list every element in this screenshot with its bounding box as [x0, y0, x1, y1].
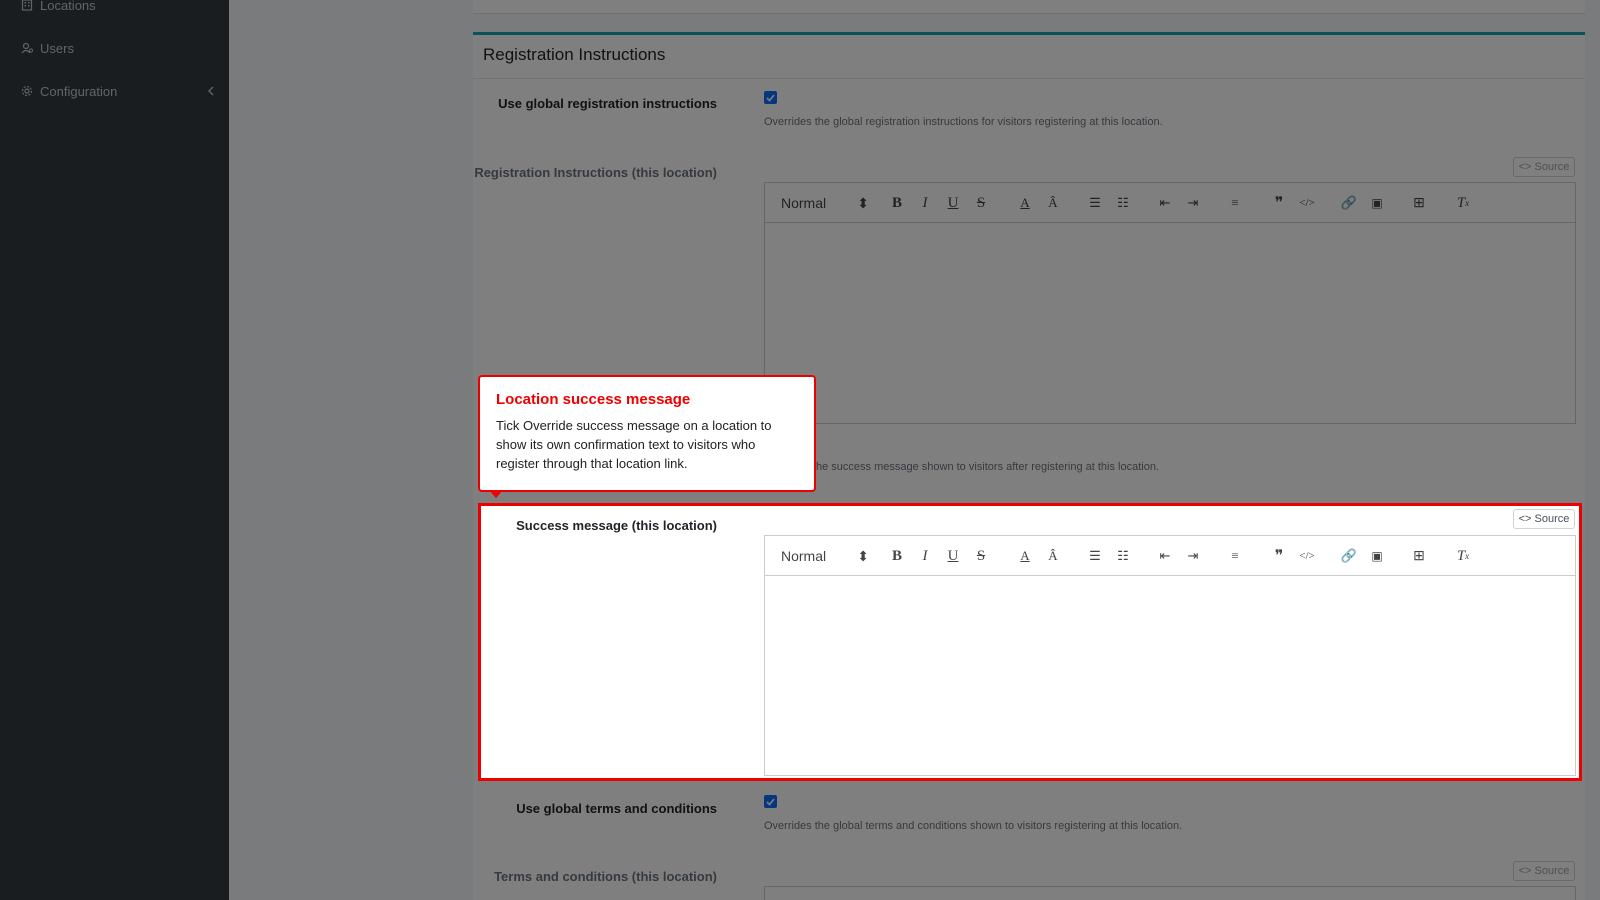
use-global-registration-label: Use global registration instructions — [498, 96, 717, 111]
previous-card — [473, 0, 1585, 14]
underline-icon[interactable]: U — [945, 195, 961, 211]
source-button[interactable]: <> Source — [1513, 157, 1575, 177]
strike-icon[interactable]: S — [973, 195, 989, 211]
image-icon[interactable]: ▣ — [1369, 195, 1385, 211]
success-override-help: he success message shown to visitors aft… — [816, 461, 1159, 473]
terms-label: Terms and conditions (this location) — [494, 869, 717, 884]
sidebar-item-label: Users — [40, 40, 74, 56]
registration-instructions-editor[interactable]: Normal ⬍ B I U S A Â ☰ ☷ ⇤ ⇥ ≡ ❞ </> 🔗 ▣ … — [764, 182, 1576, 424]
checkmark-icon — [766, 93, 775, 102]
sidebar-item-configuration[interactable]: Configuration — [0, 71, 229, 111]
ordered-list-icon[interactable]: ☰ — [1087, 195, 1103, 211]
sort-icon: ⬍ — [857, 194, 869, 211]
font-color-icon[interactable]: A — [1017, 195, 1033, 211]
background-color-icon[interactable]: Â — [1045, 195, 1061, 211]
table-icon[interactable]: ⊞ — [1411, 195, 1427, 211]
chevron-left-icon[interactable] — [207, 84, 215, 99]
tooltip-arrow — [490, 491, 502, 498]
editor-toolbar: Normal ⬍ B I U S A Â ☰ ☷ ⇤ ⇥ ≡ ❞ </> 🔗 ▣ … — [765, 183, 1575, 223]
sidebar-item-label: Locations — [40, 0, 96, 13]
sidebar-item-label: Configuration — [40, 83, 118, 99]
bullet-list-icon[interactable]: ☷ — [1115, 195, 1131, 211]
gear-icon — [20, 84, 34, 98]
tooltip-title: Location success message — [496, 391, 691, 408]
users-cog-icon — [20, 41, 34, 55]
bold-icon[interactable]: B — [889, 195, 905, 211]
source-button[interactable]: <> Source — [1513, 861, 1575, 881]
tooltip-body: Tick Override success message on a locat… — [496, 418, 772, 471]
use-global-terms-label: Use global terms and conditions — [516, 801, 717, 816]
use-global-registration-help: Overrides the global registration instru… — [764, 116, 1163, 128]
terms-editor[interactable] — [764, 886, 1576, 900]
highlight-border — [478, 503, 1582, 781]
checkmark-icon — [766, 797, 775, 806]
code-icon[interactable]: </> — [1299, 195, 1315, 211]
indent-icon[interactable]: ⇥ — [1185, 195, 1201, 211]
format-select[interactable]: Normal ⬍ — [781, 193, 869, 213]
align-icon[interactable]: ≡ — [1227, 195, 1243, 211]
outdent-icon[interactable]: ⇤ — [1157, 195, 1173, 211]
registration-instructions-label: Registration Instructions (this location… — [474, 165, 717, 180]
use-global-terms-checkbox[interactable] — [764, 795, 777, 808]
card-title: Registration Instructions — [473, 35, 1585, 79]
link-icon[interactable]: 🔗 — [1341, 195, 1357, 211]
sidebar-item-users[interactable]: Users — [0, 28, 229, 68]
sidebar-item-locations[interactable]: Locations — [0, 0, 229, 25]
sidebar: Locations Users Configuration — [0, 0, 229, 900]
blockquote-icon[interactable]: ❞ — [1271, 195, 1287, 212]
italic-icon[interactable]: I — [917, 195, 933, 211]
tour-tooltip: Location success message Tick Override s… — [478, 375, 816, 492]
use-global-terms-help: Overrides the global terms and condition… — [764, 820, 1183, 832]
use-global-registration-checkbox[interactable] — [764, 91, 777, 104]
clear-format-icon[interactable]: Tx — [1455, 195, 1471, 211]
building-icon — [20, 0, 34, 12]
